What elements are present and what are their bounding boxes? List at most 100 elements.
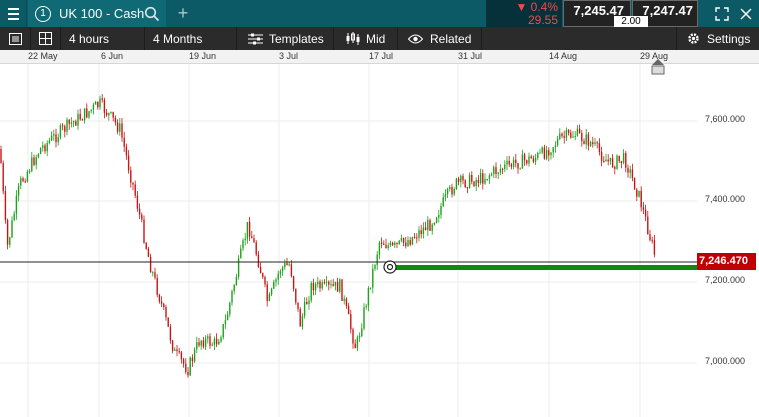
candle-body (367, 287, 370, 306)
candle-body (72, 121, 75, 123)
candle-body (328, 281, 330, 285)
candle-body (116, 122, 119, 132)
candle-body (488, 175, 491, 179)
candlestick-icon (346, 32, 360, 45)
candle-body (99, 98, 101, 108)
candle-body (101, 98, 103, 100)
position-marker-icon[interactable] (383, 260, 397, 274)
candle-body (400, 238, 403, 241)
period-dropdown[interactable]: 4 Months (145, 27, 237, 50)
candle-body (468, 175, 471, 189)
candle-body (136, 195, 139, 209)
candle-body (13, 213, 15, 221)
candle-body (281, 267, 284, 272)
candle-body (286, 263, 288, 265)
price-label: 7,000.000 (705, 356, 746, 366)
candle-body (83, 108, 86, 121)
buy-price: 7,247.47 (642, 3, 693, 18)
candle-body (519, 168, 521, 170)
templates-label: Templates (269, 31, 324, 46)
candle-body (570, 132, 572, 138)
candle-body (413, 237, 416, 238)
candle-body (290, 264, 293, 277)
candle-body (57, 137, 59, 143)
candle-body (284, 263, 286, 268)
close-icon (740, 8, 752, 20)
interval-dropdown[interactable]: 4 hours (61, 27, 145, 50)
price-type-dropdown[interactable]: Mid (334, 27, 398, 50)
menu-button[interactable] (0, 0, 27, 27)
candle-body (64, 126, 66, 132)
candle-body (455, 178, 458, 189)
candle-body (211, 344, 213, 346)
candle-body (88, 111, 90, 118)
candle-body (372, 268, 374, 288)
position-line[interactable] (390, 265, 697, 270)
candle-body (180, 352, 183, 360)
candle-body (187, 371, 189, 376)
candle-body (110, 111, 112, 113)
candle-body (308, 300, 310, 305)
candle-body (35, 157, 37, 165)
candle-body (209, 336, 211, 346)
price-chart[interactable] (0, 64, 697, 417)
candle-body (53, 134, 55, 136)
candle-body (213, 338, 216, 345)
candle-body (405, 242, 407, 247)
candle-body (378, 242, 381, 255)
candle-body (114, 117, 117, 123)
candle-body (20, 178, 22, 186)
related-button[interactable]: Related (398, 27, 482, 50)
candle-body (341, 279, 343, 301)
candle-body (365, 305, 367, 308)
templates-button[interactable]: Templates (237, 27, 334, 50)
candle-body (583, 140, 585, 145)
candle-body (449, 187, 451, 189)
search-icon[interactable] (144, 6, 160, 22)
candle-body (165, 307, 167, 318)
candle-body (70, 122, 73, 124)
expand-button[interactable] (711, 3, 733, 25)
candle-body (220, 337, 222, 342)
candle-body (255, 242, 257, 255)
candle-body (306, 301, 308, 305)
candle-body (171, 340, 174, 351)
candle-body (299, 309, 301, 327)
candle-body (545, 150, 548, 159)
current-price-tag: 7,246.470 (697, 253, 756, 270)
candle-body (90, 109, 92, 112)
chart-menu-button[interactable] (0, 27, 31, 50)
candle-body (501, 168, 504, 170)
chart-menu-icon (8, 32, 22, 45)
close-button[interactable] (735, 3, 757, 25)
settings-button[interactable]: Settings (676, 27, 759, 50)
date-label: 3 Jul (279, 51, 299, 61)
candle-body (510, 164, 513, 167)
candle-body (310, 282, 312, 301)
candle-body (420, 230, 422, 235)
candle-body (198, 342, 200, 346)
layout-button[interactable] (31, 27, 61, 50)
add-tab-button[interactable]: + (170, 0, 196, 27)
candle-body (431, 224, 433, 231)
candle-body (418, 230, 420, 238)
candle-body (376, 254, 378, 266)
candle-body (191, 357, 194, 362)
candle-body (37, 153, 40, 158)
candle-body (504, 164, 506, 169)
candle-body (567, 130, 570, 133)
plus-icon: + (177, 3, 189, 23)
candle-body (495, 167, 497, 174)
candle-body (374, 265, 376, 269)
candle-body (141, 214, 143, 220)
scroll-to-latest-icon[interactable] (651, 59, 665, 75)
candle-body (497, 172, 499, 174)
candle-body (548, 150, 550, 156)
candle-body (235, 276, 238, 286)
candle-body (550, 152, 552, 156)
candle-body (638, 190, 640, 197)
daily-change: ▼ 0.4% 29.55 (486, 0, 562, 27)
candle-body (94, 101, 97, 105)
candle-body (363, 307, 365, 329)
candle-body (537, 152, 539, 158)
